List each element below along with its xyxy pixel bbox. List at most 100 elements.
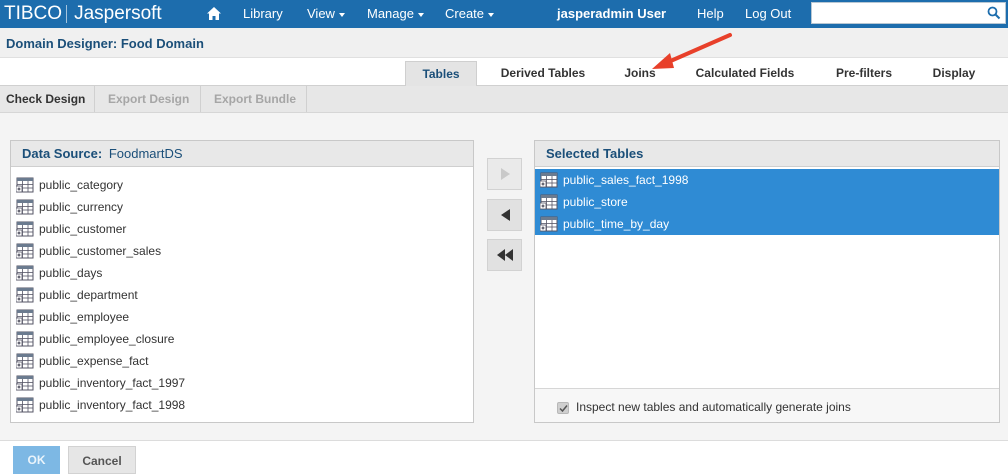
logo[interactable]: TIBCO Jaspersoft bbox=[4, 2, 162, 26]
available-tables-list[interactable]: public_category public_currency public_cus… bbox=[11, 168, 473, 422]
table-list-item[interactable]: public_expense_fact bbox=[11, 350, 473, 372]
table-name: public_customer_sales bbox=[39, 244, 162, 258]
dialog-buttons: OK Cancel bbox=[0, 440, 1008, 474]
table-name: public_category bbox=[39, 178, 124, 192]
table-icon bbox=[540, 172, 558, 188]
export-bundle-button[interactable]: Export Bundle bbox=[202, 86, 307, 112]
table-icon bbox=[16, 397, 34, 413]
help-link[interactable]: Help bbox=[697, 0, 724, 28]
logo-separator bbox=[66, 5, 68, 23]
move-left-button[interactable] bbox=[487, 199, 522, 231]
home-icon[interactable] bbox=[205, 5, 223, 23]
data-source-label: Data Source: bbox=[22, 146, 103, 161]
selected-tables-panel: Selected Tables public_sales_fact_1998 pu… bbox=[534, 140, 1000, 423]
nav-manage-label: Manage bbox=[367, 6, 414, 21]
table-list-item[interactable]: public_time_by_day bbox=[535, 213, 999, 235]
logout-link[interactable]: Log Out bbox=[745, 0, 791, 28]
arrow-left-icon bbox=[500, 209, 510, 221]
table-list-item[interactable]: public_customer bbox=[11, 218, 473, 240]
check-icon bbox=[559, 405, 568, 413]
user-name[interactable]: jasperadmin User bbox=[557, 0, 666, 28]
table-icon bbox=[16, 353, 34, 369]
table-list-item[interactable]: public_days bbox=[11, 262, 473, 284]
nav-view-menu[interactable]: View bbox=[307, 0, 345, 28]
selected-tables-list[interactable]: public_sales_fact_1998 public_storepublic… bbox=[535, 168, 999, 388]
selected-tables-title: Selected Tables bbox=[546, 146, 644, 161]
tab-joins[interactable]: Joins bbox=[612, 61, 668, 87]
table-icon bbox=[16, 287, 34, 303]
search-icon[interactable] bbox=[987, 6, 1001, 20]
page-title: Domain Designer: Food Domain bbox=[6, 36, 204, 51]
table-list-item[interactable]: public_store bbox=[535, 191, 999, 213]
export-design-button[interactable]: Export Design bbox=[96, 86, 201, 112]
table-list-item[interactable]: public_inventory_fact_1997 bbox=[11, 372, 473, 394]
table-name: public_customer bbox=[39, 222, 127, 236]
table-name: public_employee_closure bbox=[39, 332, 175, 346]
table-list-item[interactable]: public_employee_closure bbox=[11, 328, 473, 350]
logo-tibco: TIBCO bbox=[4, 3, 63, 24]
tab-derived-tables[interactable]: Derived Tables bbox=[486, 61, 600, 87]
arrow-right-icon bbox=[500, 168, 510, 180]
table-icon bbox=[16, 199, 34, 215]
tab-tables[interactable]: Tables bbox=[405, 61, 477, 87]
tab-pre-filters[interactable]: Pre-filters bbox=[822, 61, 906, 87]
designer-toolbar: Check Design Export Design Export Bundle bbox=[0, 86, 1008, 113]
nav-manage-menu[interactable]: Manage bbox=[367, 0, 424, 28]
table-icon bbox=[540, 216, 558, 232]
selected-tables-header: Selected Tables bbox=[535, 141, 999, 167]
move-all-left-button[interactable] bbox=[487, 239, 522, 271]
inspect-option: Inspect new tables and automatically gen… bbox=[535, 388, 999, 422]
table-list-item[interactable]: public_customer_sales bbox=[11, 240, 473, 262]
ok-button[interactable]: OK bbox=[13, 446, 60, 474]
top-navigation-bar: TIBCO Jaspersoft Library View Manage Cre… bbox=[0, 0, 1008, 28]
tab-display[interactable]: Display bbox=[920, 61, 988, 87]
table-list-item[interactable]: public_department bbox=[11, 284, 473, 306]
table-name: public_expense_fact bbox=[39, 354, 149, 368]
table-icon bbox=[16, 177, 34, 193]
table-icon bbox=[16, 375, 34, 391]
nav-create-menu[interactable]: Create bbox=[445, 0, 495, 28]
search-input[interactable] bbox=[812, 3, 982, 23]
search-box bbox=[811, 2, 1006, 24]
logo-product: Jaspersoft bbox=[74, 3, 162, 24]
table-icon bbox=[16, 331, 34, 347]
chevron-down-icon bbox=[417, 12, 424, 17]
chevron-down-icon bbox=[488, 12, 495, 17]
table-name: public_department bbox=[39, 288, 138, 302]
data-source-name: FoodmartDS bbox=[108, 146, 183, 161]
table-name: public_time_by_day bbox=[563, 217, 670, 231]
nav-library[interactable]: Library bbox=[243, 0, 283, 28]
nav-view-label: View bbox=[307, 6, 335, 21]
table-name: public_employee bbox=[39, 310, 130, 324]
chevron-down-icon bbox=[338, 12, 345, 17]
table-list-item[interactable]: public_sales_fact_1998 bbox=[535, 169, 999, 191]
data-source-header: Data Source: FoodmartDS bbox=[11, 141, 473, 167]
designer-tabs: Tables Derived Tables Joins Calculated F… bbox=[0, 58, 1008, 87]
table-icon bbox=[16, 265, 34, 281]
table-name: public_inventory_fact_1997 bbox=[39, 376, 186, 390]
table-icon bbox=[540, 194, 558, 210]
table-list-item[interactable]: public_employee bbox=[11, 306, 473, 328]
move-right-button[interactable] bbox=[487, 158, 522, 190]
table-icon bbox=[16, 243, 34, 259]
table-name: public_inventory_fact_1998 bbox=[39, 398, 186, 412]
table-name: public_store bbox=[563, 195, 628, 209]
table-name: public_currency bbox=[39, 200, 124, 214]
double-arrow-left-icon bbox=[496, 249, 513, 261]
inspect-checkbox[interactable] bbox=[557, 402, 569, 414]
table-list-item[interactable]: public_inventory_fact_1998 bbox=[11, 394, 473, 416]
table-icon bbox=[16, 309, 34, 325]
tab-calculated-fields[interactable]: Calculated Fields bbox=[683, 61, 807, 87]
nav-create-label: Create bbox=[445, 6, 485, 21]
check-design-button[interactable]: Check Design bbox=[0, 86, 95, 112]
cancel-button[interactable]: Cancel bbox=[68, 446, 136, 474]
table-icon bbox=[16, 221, 34, 237]
inspect-label: Inspect new tables and automatically gen… bbox=[576, 400, 851, 414]
table-name: public_days bbox=[39, 266, 103, 280]
data-source-panel: Data Source: FoodmartDS public_category p… bbox=[10, 140, 474, 423]
page-title-bar: Domain Designer: Food Domain bbox=[0, 28, 1008, 58]
table-list-item[interactable]: public_currency bbox=[11, 196, 473, 218]
table-list-item[interactable]: public_category bbox=[11, 174, 473, 196]
main-area: Data Source: FoodmartDS public_category p… bbox=[0, 113, 1008, 440]
table-name: public_sales_fact_1998 bbox=[563, 173, 689, 187]
